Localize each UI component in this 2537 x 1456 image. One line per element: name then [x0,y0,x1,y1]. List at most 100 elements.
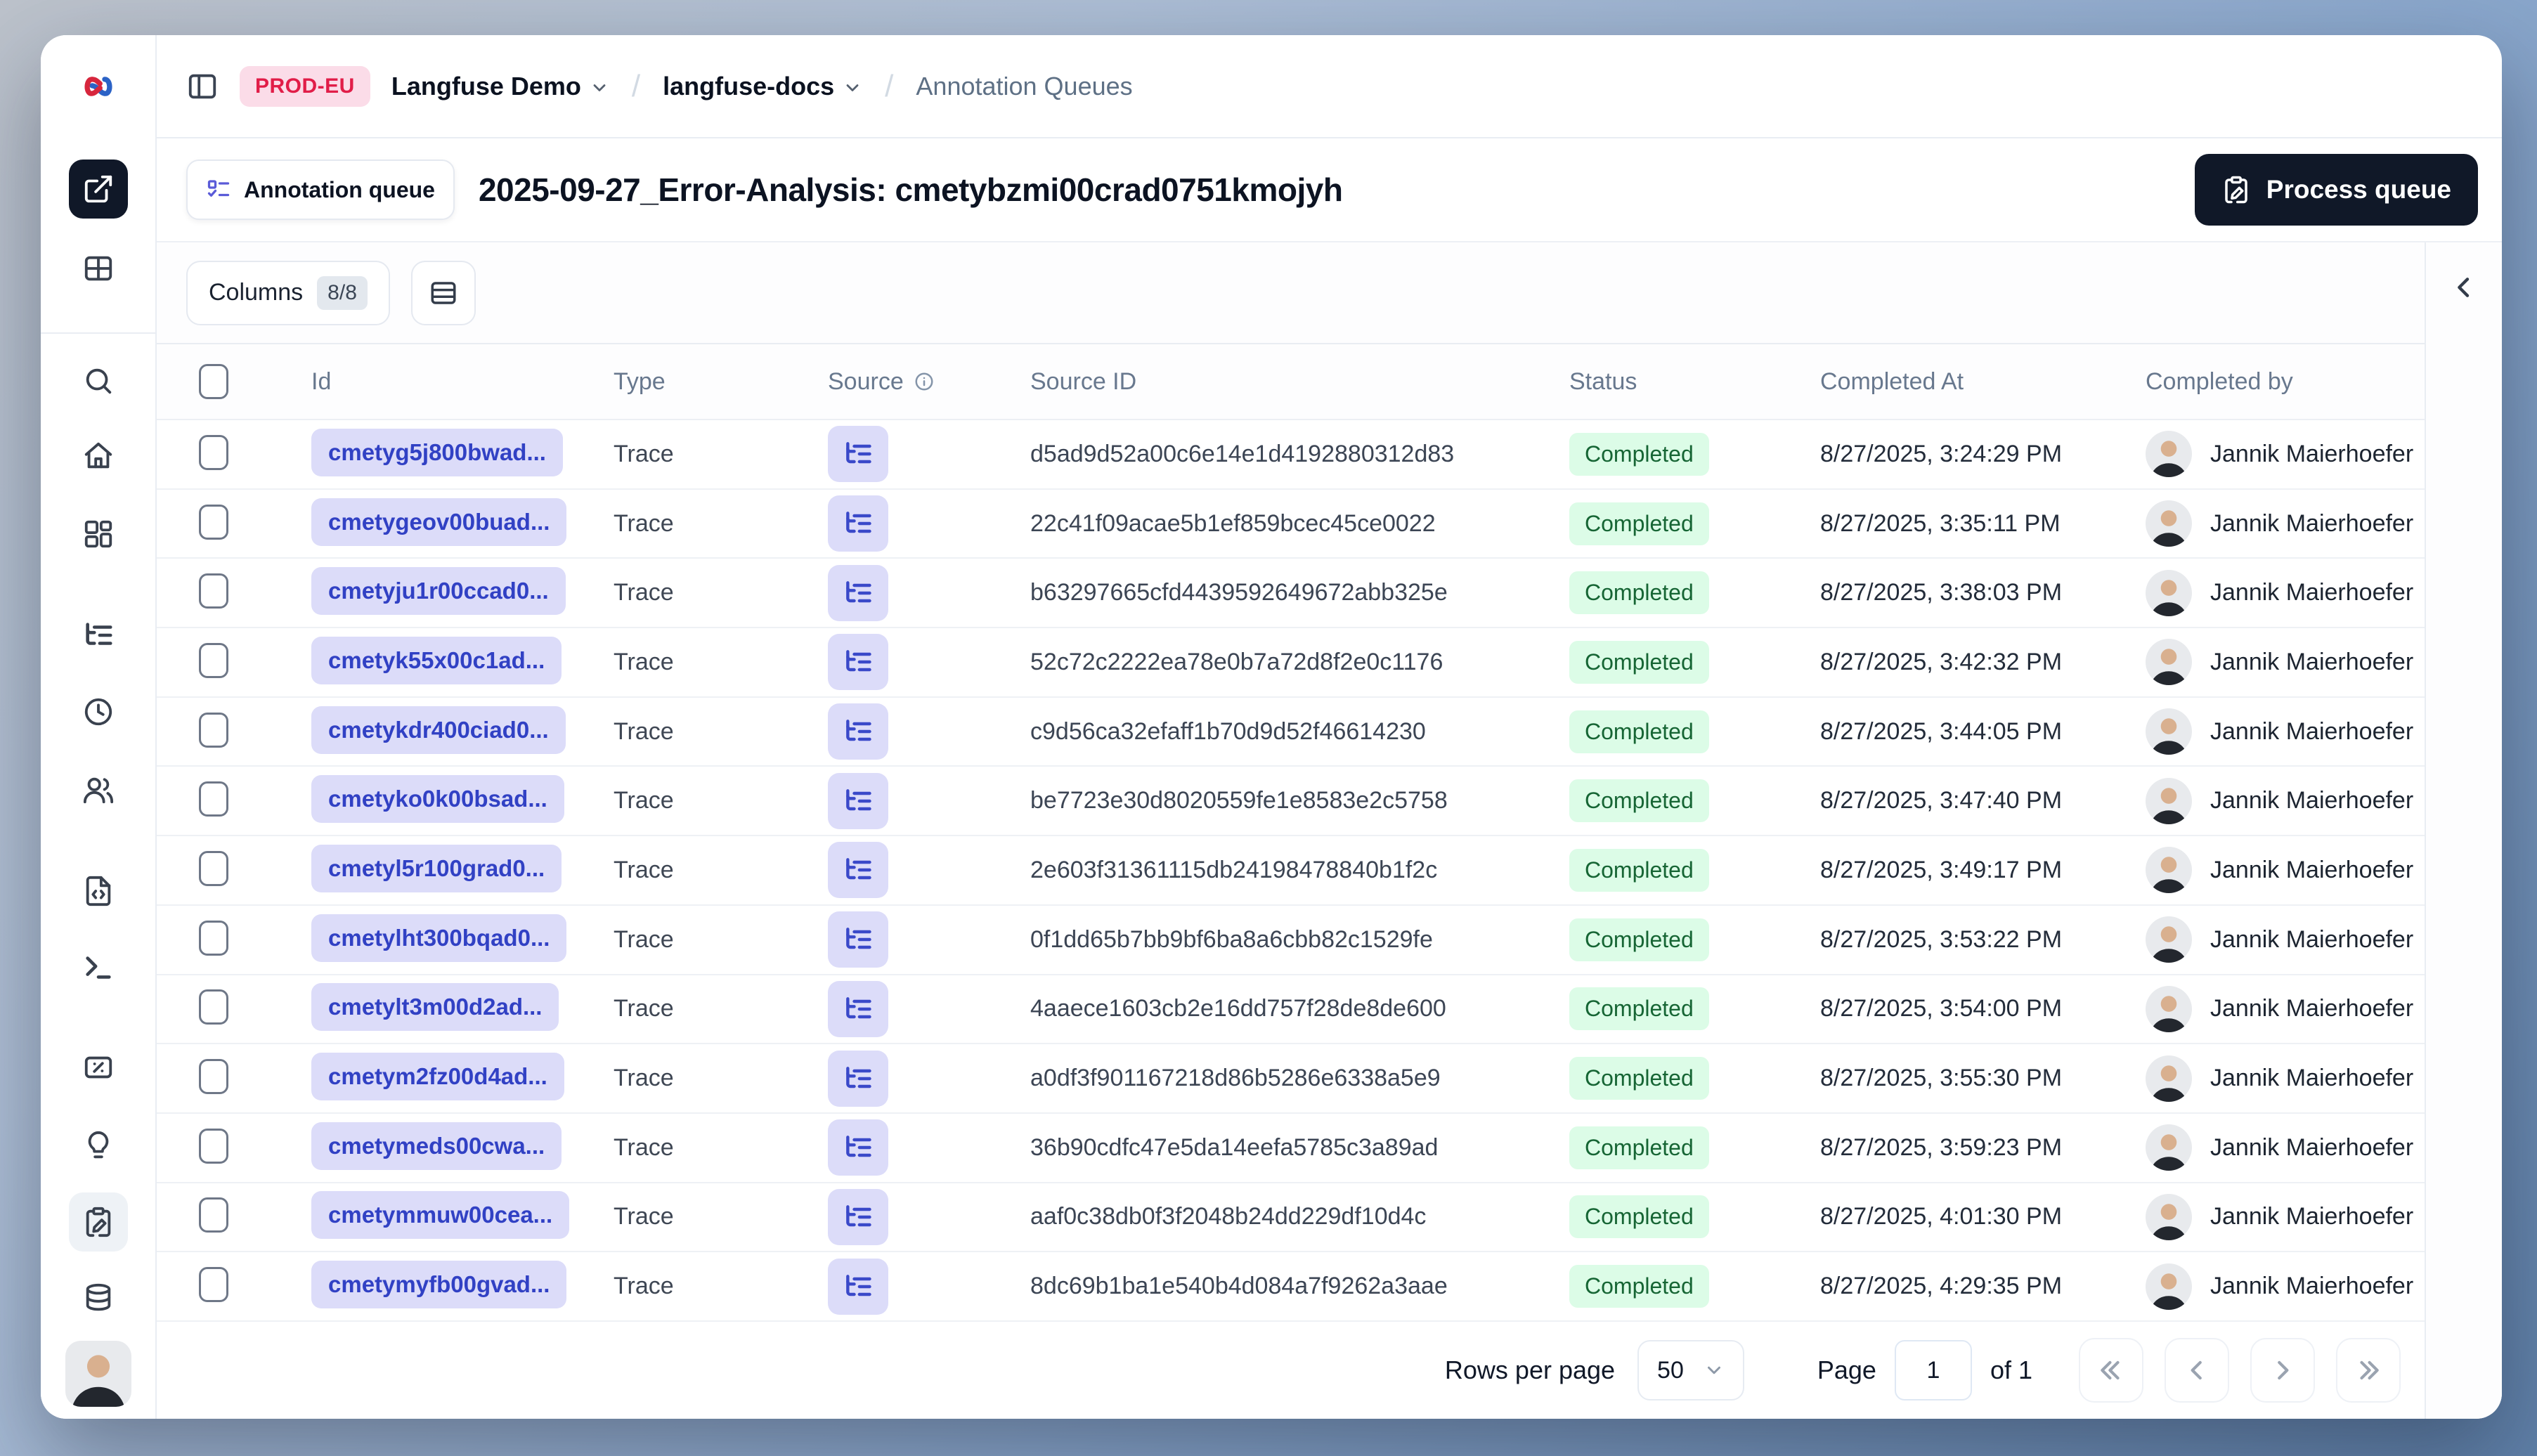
page-number-input[interactable] [1895,1340,1972,1400]
row-id-cell: cmetykdr400ciad0... [311,706,614,758]
row-checkbox[interactable] [199,1059,228,1094]
columns-button[interactable]: Columns 8/8 [186,261,390,325]
rows-per-page-select[interactable]: 50 [1637,1340,1744,1400]
column-header-id: Id [311,368,614,396]
row-source-id-cell: 0f1dd65b7bb9bf6ba8a6cbb82c1529fe [1030,926,1569,954]
row-completed-by-cell: Jannik Maierhoefer [2146,500,2425,547]
evaluation-percent-icon[interactable] [69,1038,128,1097]
source-trace-button[interactable] [828,1189,888,1245]
breadcrumb-separator: / [883,69,895,104]
row-checkbox[interactable] [199,505,228,540]
process-queue-button[interactable]: Process queue [2195,154,2478,226]
org-switcher[interactable]: Langfuse Demo [391,72,609,101]
user-avatar[interactable] [65,1341,131,1407]
item-id-link[interactable]: cmetym2fz00d4ad... [311,1053,564,1100]
completed-by-name: Jannik Maierhoefer [2210,649,2413,676]
info-icon[interactable] [914,371,935,392]
table-row[interactable]: cmetygeov00buad... Trace 22c41f09acae5b1… [157,490,2425,559]
langfuse-logo[interactable] [41,35,155,138]
source-trace-button[interactable] [828,703,888,760]
table-row[interactable]: cmetyko0k00bsad... Trace be7723e30d80205… [157,767,2425,836]
row-checkbox-cell [199,643,311,682]
source-trace-button[interactable] [828,565,888,621]
row-checkbox[interactable] [199,643,228,678]
sessions-clock-icon[interactable] [69,682,128,741]
dashboard-icon[interactable] [69,505,128,564]
item-id-link[interactable]: cmetylht300bqad0... [311,914,566,962]
insights-lightbulb-icon[interactable] [69,1116,128,1175]
playground-terminal-icon[interactable] [69,938,128,997]
table-row[interactable]: cmetylt3m00d2ad... Trace 4aaece1603cb2e1… [157,975,2425,1045]
source-trace-button[interactable] [828,634,888,690]
item-id-link[interactable]: cmetymeds00cwa... [311,1122,562,1170]
source-trace-button[interactable] [828,495,888,552]
item-id-link[interactable]: cmetyko0k00bsad... [311,775,564,823]
traces-icon[interactable] [69,606,128,665]
row-checkbox[interactable] [199,1129,228,1164]
table-row[interactable]: cmetyju1r00ccad0... Trace b63297665cfd44… [157,559,2425,628]
source-trace-button[interactable] [828,911,888,968]
item-id-link[interactable]: cmetyg5j800bwad... [311,429,563,476]
item-id-link[interactable]: cmetyk55x00c1ad... [311,637,562,684]
list-tree-icon [843,646,874,677]
row-checkbox[interactable] [199,921,228,956]
table-row[interactable]: cmetymeds00cwa... Trace 36b90cdfc47e5da1… [157,1114,2425,1183]
source-trace-button[interactable] [828,426,888,482]
prompts-file-code-icon[interactable] [69,862,128,921]
table-row[interactable]: cmetyl5r100grad0... Trace 2e603f31361115… [157,836,2425,906]
source-trace-button[interactable] [828,1259,888,1315]
row-checkbox[interactable] [199,1267,228,1302]
item-id-link[interactable]: cmetylt3m00d2ad... [311,983,559,1031]
table-row[interactable]: cmetym2fz00d4ad... Trace a0df3f901167218… [157,1044,2425,1114]
select-all-checkbox[interactable] [199,364,228,399]
collapse-panel-button[interactable] [2450,273,2478,301]
sidebar-toggle-icon[interactable] [186,70,219,103]
search-icon[interactable] [69,351,128,410]
breadcrumb-section[interactable]: Annotation Queues [916,72,1132,101]
last-page-button[interactable] [2336,1338,2401,1403]
table-row[interactable]: cmetylht300bqad0... Trace 0f1dd65b7bb9bf… [157,906,2425,975]
list-tree-icon [843,854,874,885]
datasets-database-icon[interactable] [69,1269,128,1328]
table-row[interactable]: cmetyg5j800bwad... Trace d5ad9d52a00c6e1… [157,420,2425,490]
row-checkbox[interactable] [199,989,228,1025]
row-checkbox[interactable] [199,781,228,817]
row-checkbox[interactable] [199,573,228,609]
table-row[interactable]: cmetymmuw00cea... Trace aaf0c38db0f3f204… [157,1183,2425,1253]
source-trace-button[interactable] [828,1119,888,1176]
table-row[interactable]: cmetyk55x00c1ad... Trace 52c72c2222ea78e… [157,628,2425,698]
row-type-cell: Trace [614,926,828,954]
previous-page-button[interactable] [2165,1338,2229,1403]
row-checkbox[interactable] [199,435,228,470]
open-external-button[interactable] [69,160,128,219]
users-icon[interactable] [69,760,128,819]
annotation-queues-clipboard-icon[interactable] [69,1192,128,1252]
source-trace-button[interactable] [828,981,888,1037]
table-row[interactable]: cmetymyfb00gvad... Trace 8dc69b1ba1e540b… [157,1252,2425,1322]
item-id-link[interactable]: cmetymmuw00cea... [311,1191,569,1239]
item-id-link[interactable]: cmetymyfb00gvad... [311,1261,566,1308]
first-page-button[interactable] [2079,1338,2143,1403]
item-id-link[interactable]: cmetyl5r100grad0... [311,845,562,892]
page-label: Page [1817,1356,1876,1385]
row-height-button[interactable] [411,261,476,325]
item-id-link[interactable]: cmetykdr400ciad0... [311,706,566,754]
grid-view-icon[interactable] [69,239,128,298]
home-icon[interactable] [69,427,128,486]
status-badge: Completed [1569,433,1709,476]
project-switcher[interactable]: langfuse-docs [663,72,862,101]
item-id-link[interactable]: cmetyju1r00ccad0... [311,567,566,615]
row-checkbox[interactable] [199,1197,228,1233]
source-trace-button[interactable] [828,773,888,829]
source-trace-button[interactable] [828,1051,888,1107]
row-checkbox-cell [199,435,311,474]
next-page-button[interactable] [2250,1338,2315,1403]
list-tree-icon [843,508,874,539]
table-row[interactable]: cmetykdr400ciad0... Trace c9d56ca32efaff… [157,698,2425,767]
chevrons-right-icon [2355,1357,2382,1384]
row-checkbox[interactable] [199,851,228,886]
status-badge: Completed [1569,710,1709,753]
source-trace-button[interactable] [828,842,888,898]
item-id-link[interactable]: cmetygeov00buad... [311,498,566,546]
row-checkbox[interactable] [199,713,228,748]
